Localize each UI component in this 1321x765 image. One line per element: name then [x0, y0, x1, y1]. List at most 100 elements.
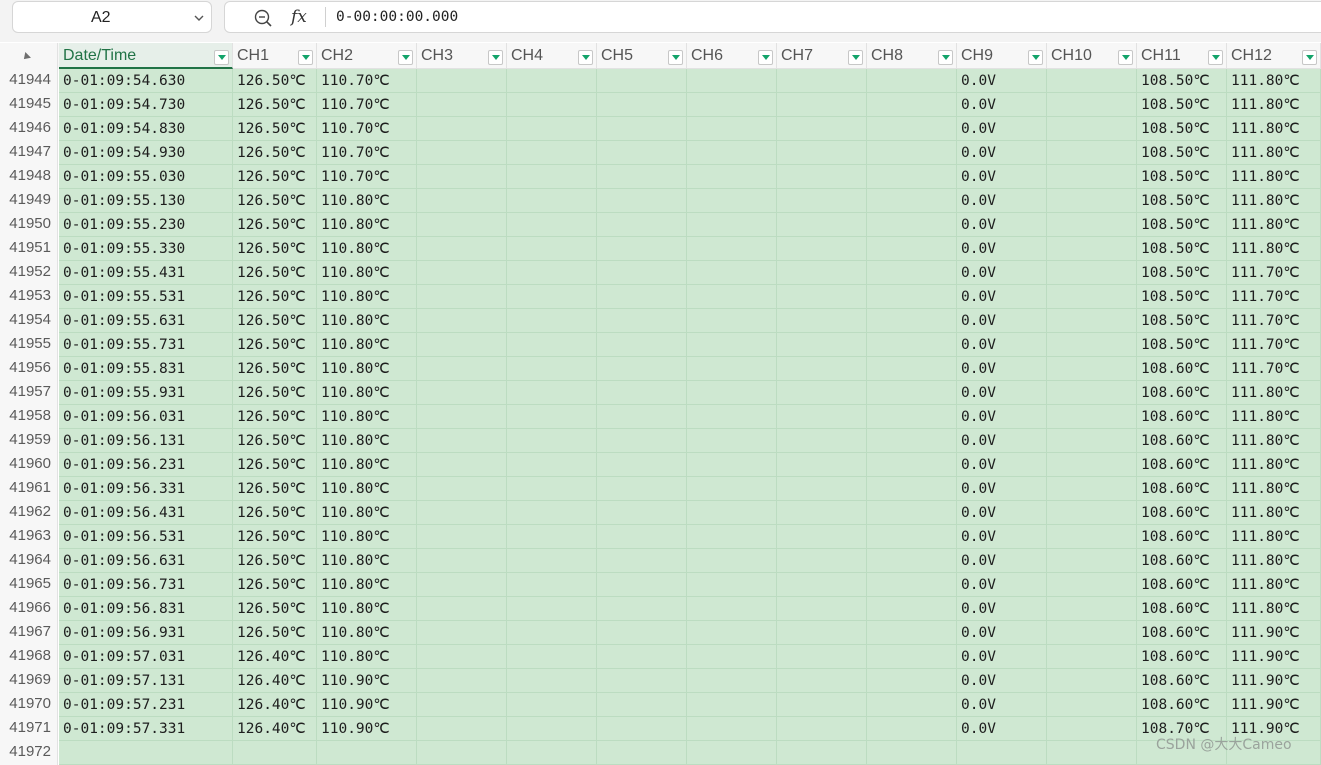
table-cell[interactable]: 0-01:09:54.830 — [59, 117, 233, 141]
table-cell[interactable] — [597, 405, 687, 429]
table-cell[interactable]: 0.0V — [957, 117, 1047, 141]
table-cell[interactable] — [1047, 285, 1137, 309]
table-cell[interactable]: 108.60℃ — [1137, 381, 1227, 405]
table-cell[interactable]: 108.50℃ — [1137, 189, 1227, 213]
table-cell[interactable] — [777, 117, 867, 141]
table-cell[interactable] — [777, 621, 867, 645]
table-cell[interactable] — [867, 261, 957, 285]
table-cell[interactable]: 110.80℃ — [317, 573, 417, 597]
table-cell[interactable] — [507, 117, 597, 141]
table-cell[interactable] — [687, 93, 777, 117]
table-cell[interactable]: 108.60℃ — [1137, 525, 1227, 549]
table-cell[interactable] — [417, 357, 507, 381]
table-cell[interactable] — [867, 573, 957, 597]
table-cell[interactable]: 110.80℃ — [317, 645, 417, 669]
table-cell[interactable]: 126.50℃ — [233, 93, 317, 117]
table-cell[interactable] — [417, 237, 507, 261]
row-number[interactable]: 41958 — [0, 405, 58, 429]
table-cell[interactable] — [1047, 669, 1137, 693]
table-cell[interactable] — [417, 69, 507, 93]
table-cell[interactable] — [507, 165, 597, 189]
table-cell[interactable]: 0-01:09:55.330 — [59, 237, 233, 261]
table-cell[interactable] — [417, 693, 507, 717]
table-cell[interactable]: 0-01:09:56.531 — [59, 525, 233, 549]
table-cell[interactable]: 108.60℃ — [1137, 645, 1227, 669]
table-cell[interactable]: 108.60℃ — [1137, 621, 1227, 645]
table-cell[interactable]: 126.50℃ — [233, 429, 317, 453]
table-cell[interactable]: 126.50℃ — [233, 165, 317, 189]
table-cell[interactable]: 111.80℃ — [1227, 117, 1321, 141]
table-cell[interactable]: 111.80℃ — [1227, 405, 1321, 429]
table-cell[interactable]: 108.50℃ — [1137, 285, 1227, 309]
row-number[interactable]: 41959 — [0, 429, 58, 453]
table-cell[interactable]: 0-01:09:55.030 — [59, 165, 233, 189]
table-cell[interactable] — [1047, 237, 1137, 261]
table-cell[interactable] — [417, 717, 507, 741]
table-cell[interactable]: 110.80℃ — [317, 597, 417, 621]
table-cell[interactable] — [687, 309, 777, 333]
table-cell[interactable] — [867, 405, 957, 429]
table-cell[interactable]: 111.80℃ — [1227, 93, 1321, 117]
table-cell[interactable] — [867, 693, 957, 717]
table-cell[interactable] — [507, 93, 597, 117]
table-cell[interactable] — [417, 381, 507, 405]
table-cell[interactable]: 110.80℃ — [317, 477, 417, 501]
table-cell[interactable] — [777, 285, 867, 309]
table-cell[interactable] — [687, 549, 777, 573]
table-cell[interactable]: 108.60℃ — [1137, 501, 1227, 525]
table-cell[interactable] — [507, 309, 597, 333]
table-cell[interactable] — [777, 309, 867, 333]
table-cell[interactable]: 0.0V — [957, 285, 1047, 309]
table-cell[interactable]: 110.80℃ — [317, 405, 417, 429]
table-cell[interactable] — [597, 117, 687, 141]
row-number[interactable]: 41944 — [0, 69, 58, 93]
column-header[interactable]: CH5 — [597, 43, 687, 69]
row-number[interactable]: 41971 — [0, 717, 58, 741]
table-cell[interactable] — [687, 285, 777, 309]
table-cell[interactable] — [687, 333, 777, 357]
table-cell[interactable] — [417, 525, 507, 549]
table-cell[interactable]: 110.80℃ — [317, 453, 417, 477]
table-cell[interactable] — [597, 501, 687, 525]
table-cell[interactable]: 110.70℃ — [317, 165, 417, 189]
table-cell[interactable]: 108.60℃ — [1137, 429, 1227, 453]
table-cell[interactable] — [597, 213, 687, 237]
table-cell[interactable] — [597, 93, 687, 117]
table-cell[interactable] — [687, 645, 777, 669]
table-cell[interactable]: 126.50℃ — [233, 261, 317, 285]
table-cell[interactable] — [687, 717, 777, 741]
table-cell[interactable]: 0-01:09:56.131 — [59, 429, 233, 453]
table-cell[interactable]: 110.80℃ — [317, 213, 417, 237]
row-number[interactable]: 41947 — [0, 141, 58, 165]
table-cell[interactable] — [687, 741, 777, 765]
table-cell[interactable] — [597, 309, 687, 333]
table-cell[interactable] — [777, 525, 867, 549]
row-number[interactable]: 41948 — [0, 165, 58, 189]
table-cell[interactable]: 108.60℃ — [1137, 405, 1227, 429]
table-cell[interactable] — [867, 549, 957, 573]
table-cell[interactable] — [777, 549, 867, 573]
column-header[interactable]: CH3 — [417, 43, 507, 69]
table-cell[interactable]: 108.50℃ — [1137, 213, 1227, 237]
table-cell[interactable] — [867, 333, 957, 357]
table-cell[interactable] — [867, 669, 957, 693]
row-number[interactable]: 41968 — [0, 645, 58, 669]
column-header[interactable]: CH9 — [957, 43, 1047, 69]
filter-dropdown-icon[interactable] — [938, 50, 953, 65]
table-cell[interactable] — [867, 189, 957, 213]
table-cell[interactable]: 108.50℃ — [1137, 333, 1227, 357]
table-cell[interactable]: 110.80℃ — [317, 237, 417, 261]
row-number[interactable]: 41949 — [0, 189, 58, 213]
row-number[interactable]: 41962 — [0, 501, 58, 525]
table-cell[interactable]: 108.50℃ — [1137, 165, 1227, 189]
table-cell[interactable]: 0.0V — [957, 333, 1047, 357]
table-cell[interactable] — [507, 237, 597, 261]
table-cell[interactable] — [417, 261, 507, 285]
table-cell[interactable]: 111.80℃ — [1227, 573, 1321, 597]
table-cell[interactable]: 111.80℃ — [1227, 477, 1321, 501]
table-cell[interactable] — [1047, 357, 1137, 381]
table-cell[interactable]: 0-01:09:56.231 — [59, 453, 233, 477]
table-cell[interactable] — [597, 693, 687, 717]
column-header[interactable]: CH2 — [317, 43, 417, 69]
table-cell[interactable] — [1047, 621, 1137, 645]
